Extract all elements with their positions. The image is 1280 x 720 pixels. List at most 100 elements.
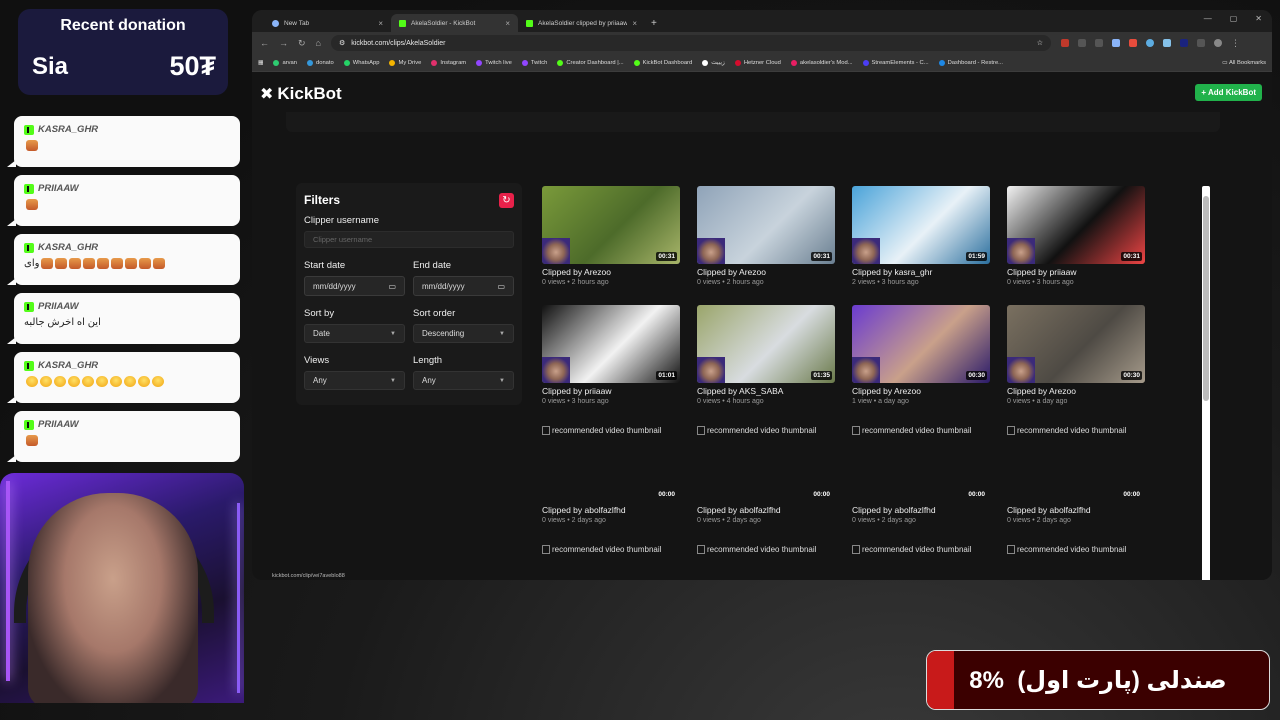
browser-tab[interactable]: AkelaSoldier clipped by priiaaw × <box>518 14 645 32</box>
clip-thumbnail[interactable]: recommended video thumbnail <box>697 543 835 580</box>
calendar-icon[interactable]: ▭ <box>497 282 505 291</box>
end-date-input[interactable]: mm/dd/yyyy ▭ <box>413 276 514 296</box>
clip-thumbnail[interactable]: 01:35 <box>697 305 835 383</box>
back-icon[interactable]: ← <box>260 38 269 48</box>
clip-card[interactable]: recommended video thumbnail <box>697 543 837 580</box>
clip-title[interactable]: Clipped by abolfazlfhd <box>852 505 992 515</box>
clip-thumbnail[interactable]: recommended video thumbnail <box>852 543 990 580</box>
clip-title[interactable]: Clipped by Arezoo <box>1007 386 1147 396</box>
reload-icon[interactable]: ↻ <box>298 38 306 49</box>
clip-thumbnail[interactable]: 00:30 <box>852 305 990 383</box>
clip-title[interactable]: Clipped by AKS_SABA <box>697 386 837 396</box>
clip-thumbnail[interactable]: recommended video thumbnail 00:00 <box>852 424 990 502</box>
scrollbar[interactable] <box>1202 186 1210 580</box>
browser-tab[interactable]: AkelaSoldier - KickBot × <box>391 14 518 32</box>
extension-icon[interactable] <box>1145 39 1154 47</box>
add-kickbot-button[interactable]: + Add KickBot <box>1195 84 1262 101</box>
clip-card[interactable]: 01:59 Clipped by kasra_ghr 2 views • 3 hou… <box>852 186 992 286</box>
bookmark-item[interactable]: akelasoldier's Mod... <box>790 59 853 66</box>
bookmark-item[interactable]: Instagram <box>431 59 466 66</box>
bookmark-item[interactable]: Twitch <box>521 59 547 66</box>
clip-card[interactable]: 00:31 Clipped by Arezoo 0 views • 2 hours … <box>697 186 837 286</box>
sort-by-select[interactable]: Date ▼ <box>304 324 405 343</box>
clip-thumbnail[interactable]: 00:31 <box>1007 186 1145 264</box>
clip-title[interactable]: Clipped by kasra_ghr <box>852 267 992 277</box>
bookmark-item[interactable]: Dashboard - Restre... <box>938 59 1003 66</box>
clip-thumbnail[interactable]: 00:31 <box>542 186 680 264</box>
clip-title[interactable]: Clipped by abolfazlfhd <box>697 505 837 515</box>
bookmark-item[interactable]: StreamElements - C... <box>862 59 929 66</box>
clip-card[interactable]: 00:30 Clipped by Arezoo 0 views • a day ag… <box>1007 305 1147 405</box>
clip-title[interactable]: Clipped by abolfazlfhd <box>1007 505 1147 515</box>
views-select[interactable]: Any ▼ <box>304 371 405 390</box>
length-select[interactable]: Any ▼ <box>413 371 514 390</box>
clip-card[interactable]: 00:30 Clipped by Arezoo 1 view • a day ago <box>852 305 992 405</box>
close-tab-icon[interactable]: × <box>505 19 510 28</box>
clip-card[interactable]: recommended video thumbnail 00:00 Clipped … <box>697 424 837 524</box>
home-icon[interactable]: ⌂ <box>316 38 321 48</box>
bookmark-item[interactable]: donato <box>307 59 334 66</box>
clip-title[interactable]: Clipped by Arezoo <box>697 267 837 277</box>
forward-icon[interactable]: → <box>279 38 288 48</box>
maximize-icon[interactable]: ▢ <box>1230 14 1238 23</box>
clip-card[interactable]: 00:31 Clipped by Arezoo 0 views • 2 hours … <box>542 186 682 286</box>
extension-icon[interactable] <box>1179 39 1188 47</box>
clip-thumbnail[interactable]: 00:30 <box>1007 305 1145 383</box>
new-tab-icon[interactable]: + <box>651 18 657 29</box>
extension-icon[interactable] <box>1162 39 1171 47</box>
clip-thumbnail[interactable]: 01:01 <box>542 305 680 383</box>
clip-thumbnail[interactable]: recommended video thumbnail 00:00 <box>697 424 835 502</box>
clip-thumbnail[interactable]: recommended video thumbnail <box>1007 543 1145 580</box>
calendar-icon[interactable]: ▭ <box>388 282 396 291</box>
start-date-input[interactable]: mm/dd/yyyy ▭ <box>304 276 405 296</box>
clip-thumbnail[interactable]: recommended video thumbnail <box>542 543 680 580</box>
close-tab-icon[interactable]: × <box>378 19 383 28</box>
clip-card[interactable]: recommended video thumbnail 00:00 Clipped … <box>852 424 992 524</box>
clip-card[interactable]: recommended video thumbnail <box>1007 543 1147 580</box>
profile-avatar[interactable] <box>1213 39 1222 47</box>
clip-card[interactable]: 01:35 Clipped by AKS_SABA 0 views • 4 hour… <box>697 305 837 405</box>
extension-icon[interactable] <box>1077 39 1086 47</box>
clip-thumbnail[interactable]: recommended video thumbnail 00:00 <box>1007 424 1145 502</box>
scrollbar-thumb[interactable] <box>1203 196 1209 401</box>
extension-icon[interactable] <box>1128 39 1137 47</box>
clip-card[interactable]: recommended video thumbnail 00:00 Clipped … <box>1007 424 1147 524</box>
bookmark-item[interactable]: Hetzner Cloud <box>734 59 781 66</box>
clip-title[interactable]: Clipped by priiaaw <box>542 386 682 396</box>
bookmark-item[interactable]: Creator Dashboard |... <box>557 59 624 66</box>
clip-title[interactable]: Clipped by abolfazlfhd <box>542 505 682 515</box>
extension-icon[interactable] <box>1111 39 1120 47</box>
all-bookmarks[interactable]: ▭ All Bookmarks <box>1222 60 1266 66</box>
bookmark-item[interactable]: زیبیت <box>702 59 725 66</box>
kickbot-logo[interactable]: ✖ KickBot <box>260 84 342 104</box>
bookmark-star-icon[interactable]: ☆ <box>1037 39 1043 47</box>
clip-title[interactable]: Clipped by priiaaw <box>1007 267 1147 277</box>
clip-thumbnail[interactable]: 00:31 <box>697 186 835 264</box>
bookmark-item[interactable]: My Drive <box>389 59 421 66</box>
url-field[interactable]: ⚙ kickbot.com/clips/AkelaSoldier ☆ <box>330 35 1051 51</box>
puzzle-icon[interactable] <box>1196 39 1205 47</box>
clip-thumbnail[interactable]: recommended video thumbnail 00:00 <box>542 424 680 502</box>
close-tab-icon[interactable]: × <box>632 19 637 28</box>
extension-icon[interactable] <box>1094 39 1103 47</box>
clip-card[interactable]: 01:01 Clipped by priiaaw 0 views • 3 hours… <box>542 305 682 405</box>
clip-thumbnail[interactable]: 01:59 <box>852 186 990 264</box>
sort-order-select[interactable]: Descending ▼ <box>413 324 514 343</box>
bookmark-item[interactable]: Twitch live <box>476 59 512 66</box>
minimize-icon[interactable]: — <box>1204 14 1212 23</box>
clip-title[interactable]: Clipped by Arezoo <box>852 386 992 396</box>
close-window-icon[interactable]: ✕ <box>1255 14 1262 23</box>
clip-card[interactable]: recommended video thumbnail 00:00 Clipped … <box>542 424 682 524</box>
menu-icon[interactable]: ⋮ <box>1231 38 1240 49</box>
clip-card[interactable]: recommended video thumbnail <box>542 543 682 580</box>
browser-tab[interactable]: New Tab × <box>264 14 391 32</box>
site-info-icon[interactable]: ⚙ <box>339 39 345 47</box>
apps-grid-icon[interactable]: ▦ <box>258 60 263 66</box>
refresh-button[interactable]: ↻ <box>499 193 514 208</box>
bookmark-item[interactable]: KickBot Dashboard <box>633 59 692 66</box>
clipper-username-input[interactable]: Clipper username <box>304 231 514 248</box>
bookmark-item[interactable]: WhatsApp <box>343 59 379 66</box>
clip-title[interactable]: Clipped by Arezoo <box>542 267 682 277</box>
clip-card[interactable]: 00:31 Clipped by priiaaw 0 views • 3 hours… <box>1007 186 1147 286</box>
bookmark-item[interactable]: arvan <box>273 59 297 66</box>
